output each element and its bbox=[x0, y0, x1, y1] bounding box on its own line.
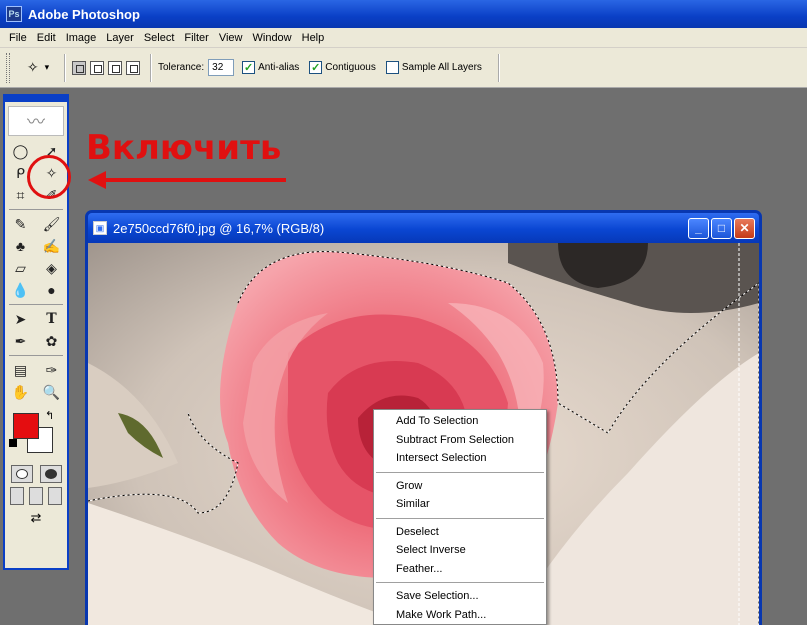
quick-mask-button[interactable] bbox=[39, 465, 62, 483]
menu-item-grow[interactable]: Grow bbox=[374, 477, 546, 496]
annotation-circle bbox=[27, 155, 71, 199]
annotation-label: Включить bbox=[86, 128, 282, 168]
notes-tool-icon[interactable]: ▤ bbox=[9, 360, 33, 380]
eyedropper-tool-icon[interactable]: ✑ bbox=[40, 360, 64, 380]
history-brush-icon[interactable]: ✍ bbox=[40, 236, 64, 256]
path-selection-icon[interactable]: ➤ bbox=[9, 309, 33, 329]
menu-image[interactable]: Image bbox=[61, 32, 102, 44]
menu-item-add-to-selection[interactable]: Add To Selection bbox=[374, 412, 546, 431]
custom-shape-icon[interactable]: ✿ bbox=[40, 331, 64, 351]
app-title: Adobe Photoshop bbox=[28, 6, 140, 22]
subtract-from-selection-button[interactable] bbox=[108, 60, 122, 75]
menu-select[interactable]: Select bbox=[139, 32, 180, 44]
contiguous-checkbox[interactable]: ✓ Contiguous bbox=[309, 61, 376, 74]
new-selection-button[interactable] bbox=[72, 60, 86, 75]
check-icon: ✓ bbox=[242, 61, 256, 74]
add-to-selection-button[interactable] bbox=[90, 60, 104, 75]
quick-mask-icon bbox=[44, 469, 57, 479]
menu-item-subtract-from-selection[interactable]: Subtract From Selection bbox=[374, 431, 546, 450]
menu-separator bbox=[376, 582, 544, 583]
menu-item-save-selection[interactable]: Save Selection... bbox=[374, 587, 546, 606]
menubar: File Edit Image Layer Select Filter View… bbox=[0, 28, 807, 48]
standard-mode-icon bbox=[15, 469, 28, 479]
photoshop-logo-icon: Ps bbox=[6, 6, 22, 22]
menu-layer[interactable]: Layer bbox=[101, 32, 139, 44]
maximize-button[interactable]: □ bbox=[711, 217, 732, 239]
menu-separator bbox=[376, 471, 544, 473]
check-icon: ✓ bbox=[309, 61, 323, 74]
menu-item-deselect[interactable]: Deselect bbox=[374, 523, 546, 542]
standard-screen-mode-icon[interactable] bbox=[9, 487, 24, 505]
app-titlebar: Ps Adobe Photoshop bbox=[0, 0, 807, 28]
jump-to-imageready-icon[interactable]: ⇄ bbox=[11, 509, 61, 527]
divider bbox=[497, 53, 500, 82]
menu-file[interactable]: File bbox=[4, 32, 32, 44]
menu-help[interactable]: Help bbox=[297, 32, 330, 44]
swap-colors-icon[interactable]: ↰ bbox=[45, 409, 54, 422]
contiguous-label: Contiguous bbox=[325, 62, 376, 73]
menu-filter[interactable]: Filter bbox=[179, 32, 213, 44]
menu-item-make-work-path[interactable]: Make Work Path... bbox=[374, 606, 546, 625]
close-button[interactable]: ✕ bbox=[734, 217, 755, 239]
full-screen-menu-mode-icon[interactable] bbox=[28, 487, 43, 505]
full-screen-mode-icon[interactable] bbox=[48, 487, 63, 505]
type-tool-icon[interactable]: T bbox=[40, 309, 64, 329]
context-menu: Add To Selection Subtract From Selection… bbox=[373, 409, 547, 625]
anti-alias-checkbox[interactable]: ✓ Anti-alias bbox=[242, 61, 299, 74]
tolerance-label: Tolerance: bbox=[158, 62, 205, 73]
intersect-selection-button[interactable] bbox=[126, 60, 140, 75]
minimize-button[interactable]: _ bbox=[688, 217, 709, 239]
tolerance-input[interactable]: 32 bbox=[208, 59, 235, 76]
menu-item-similar[interactable]: Similar bbox=[374, 495, 546, 514]
foreground-color-swatch[interactable] bbox=[13, 413, 39, 439]
options-bar: ✧ ▾ Tolerance: 32 ✓ Anti-alias ✓ Contiguo… bbox=[0, 48, 807, 88]
menu-item-intersect-selection[interactable]: Intersect Selection bbox=[374, 449, 546, 468]
crop-tool-icon[interactable]: ⌗ bbox=[9, 185, 33, 205]
unchecked-box-icon bbox=[385, 61, 399, 74]
chevron-down-icon: ▾ bbox=[44, 62, 50, 72]
pen-tool-icon[interactable]: ✒ bbox=[9, 331, 33, 351]
annotation-arrow bbox=[88, 171, 286, 189]
default-colors-icon[interactable] bbox=[9, 439, 17, 447]
paint-bucket-icon[interactable]: ◈ bbox=[40, 258, 64, 278]
menu-item-feather[interactable]: Feather... bbox=[374, 560, 546, 579]
dodge-tool-icon[interactable]: ● bbox=[40, 280, 64, 300]
hand-tool-icon[interactable]: ✋ bbox=[9, 382, 33, 402]
menu-window[interactable]: Window bbox=[248, 32, 297, 44]
eraser-tool-icon[interactable]: ▱ bbox=[9, 258, 33, 278]
standard-mode-button[interactable] bbox=[10, 465, 33, 483]
document-title: 2e750ccd76f0.jpg @ 16,7% (RGB/8) bbox=[113, 220, 325, 236]
brush-tool-icon[interactable]: 🖌 bbox=[40, 214, 64, 234]
menu-item-select-inverse[interactable]: Select Inverse bbox=[374, 541, 546, 560]
options-bar-grip[interactable] bbox=[6, 52, 10, 83]
zoom-tool-icon[interactable]: 🔍 bbox=[40, 382, 64, 402]
elliptical-marquee-tool-icon[interactable]: ◯ bbox=[9, 141, 33, 161]
healing-brush-icon[interactable]: ✎ bbox=[9, 214, 33, 234]
color-swatches: ↰ bbox=[5, 407, 67, 461]
blur-tool-icon[interactable]: 💧 bbox=[9, 280, 33, 300]
clone-stamp-icon[interactable]: ♣ bbox=[9, 236, 33, 256]
menu-edit[interactable]: Edit bbox=[32, 32, 61, 44]
adobe-feather-icon[interactable]: 〰 bbox=[8, 106, 64, 136]
document-icon: ▣ bbox=[93, 221, 107, 235]
divider bbox=[9, 304, 63, 305]
anti-alias-label: Anti-alias bbox=[258, 62, 300, 73]
divider bbox=[9, 355, 63, 356]
divider bbox=[64, 53, 66, 82]
menu-view[interactable]: View bbox=[214, 32, 248, 44]
magic-wand-icon: ✧ bbox=[26, 59, 39, 75]
divider bbox=[150, 53, 152, 82]
menu-separator bbox=[376, 517, 544, 519]
sample-all-layers-checkbox[interactable]: Sample All Layers bbox=[385, 61, 482, 74]
document-titlebar[interactable]: ▣ 2e750ccd76f0.jpg @ 16,7% (RGB/8) _ □ ✕ bbox=[88, 213, 759, 243]
tool-preset-picker[interactable]: ✧ ▾ bbox=[18, 56, 58, 80]
sample-all-layers-label: Sample All Layers bbox=[401, 62, 482, 73]
divider bbox=[9, 209, 63, 210]
